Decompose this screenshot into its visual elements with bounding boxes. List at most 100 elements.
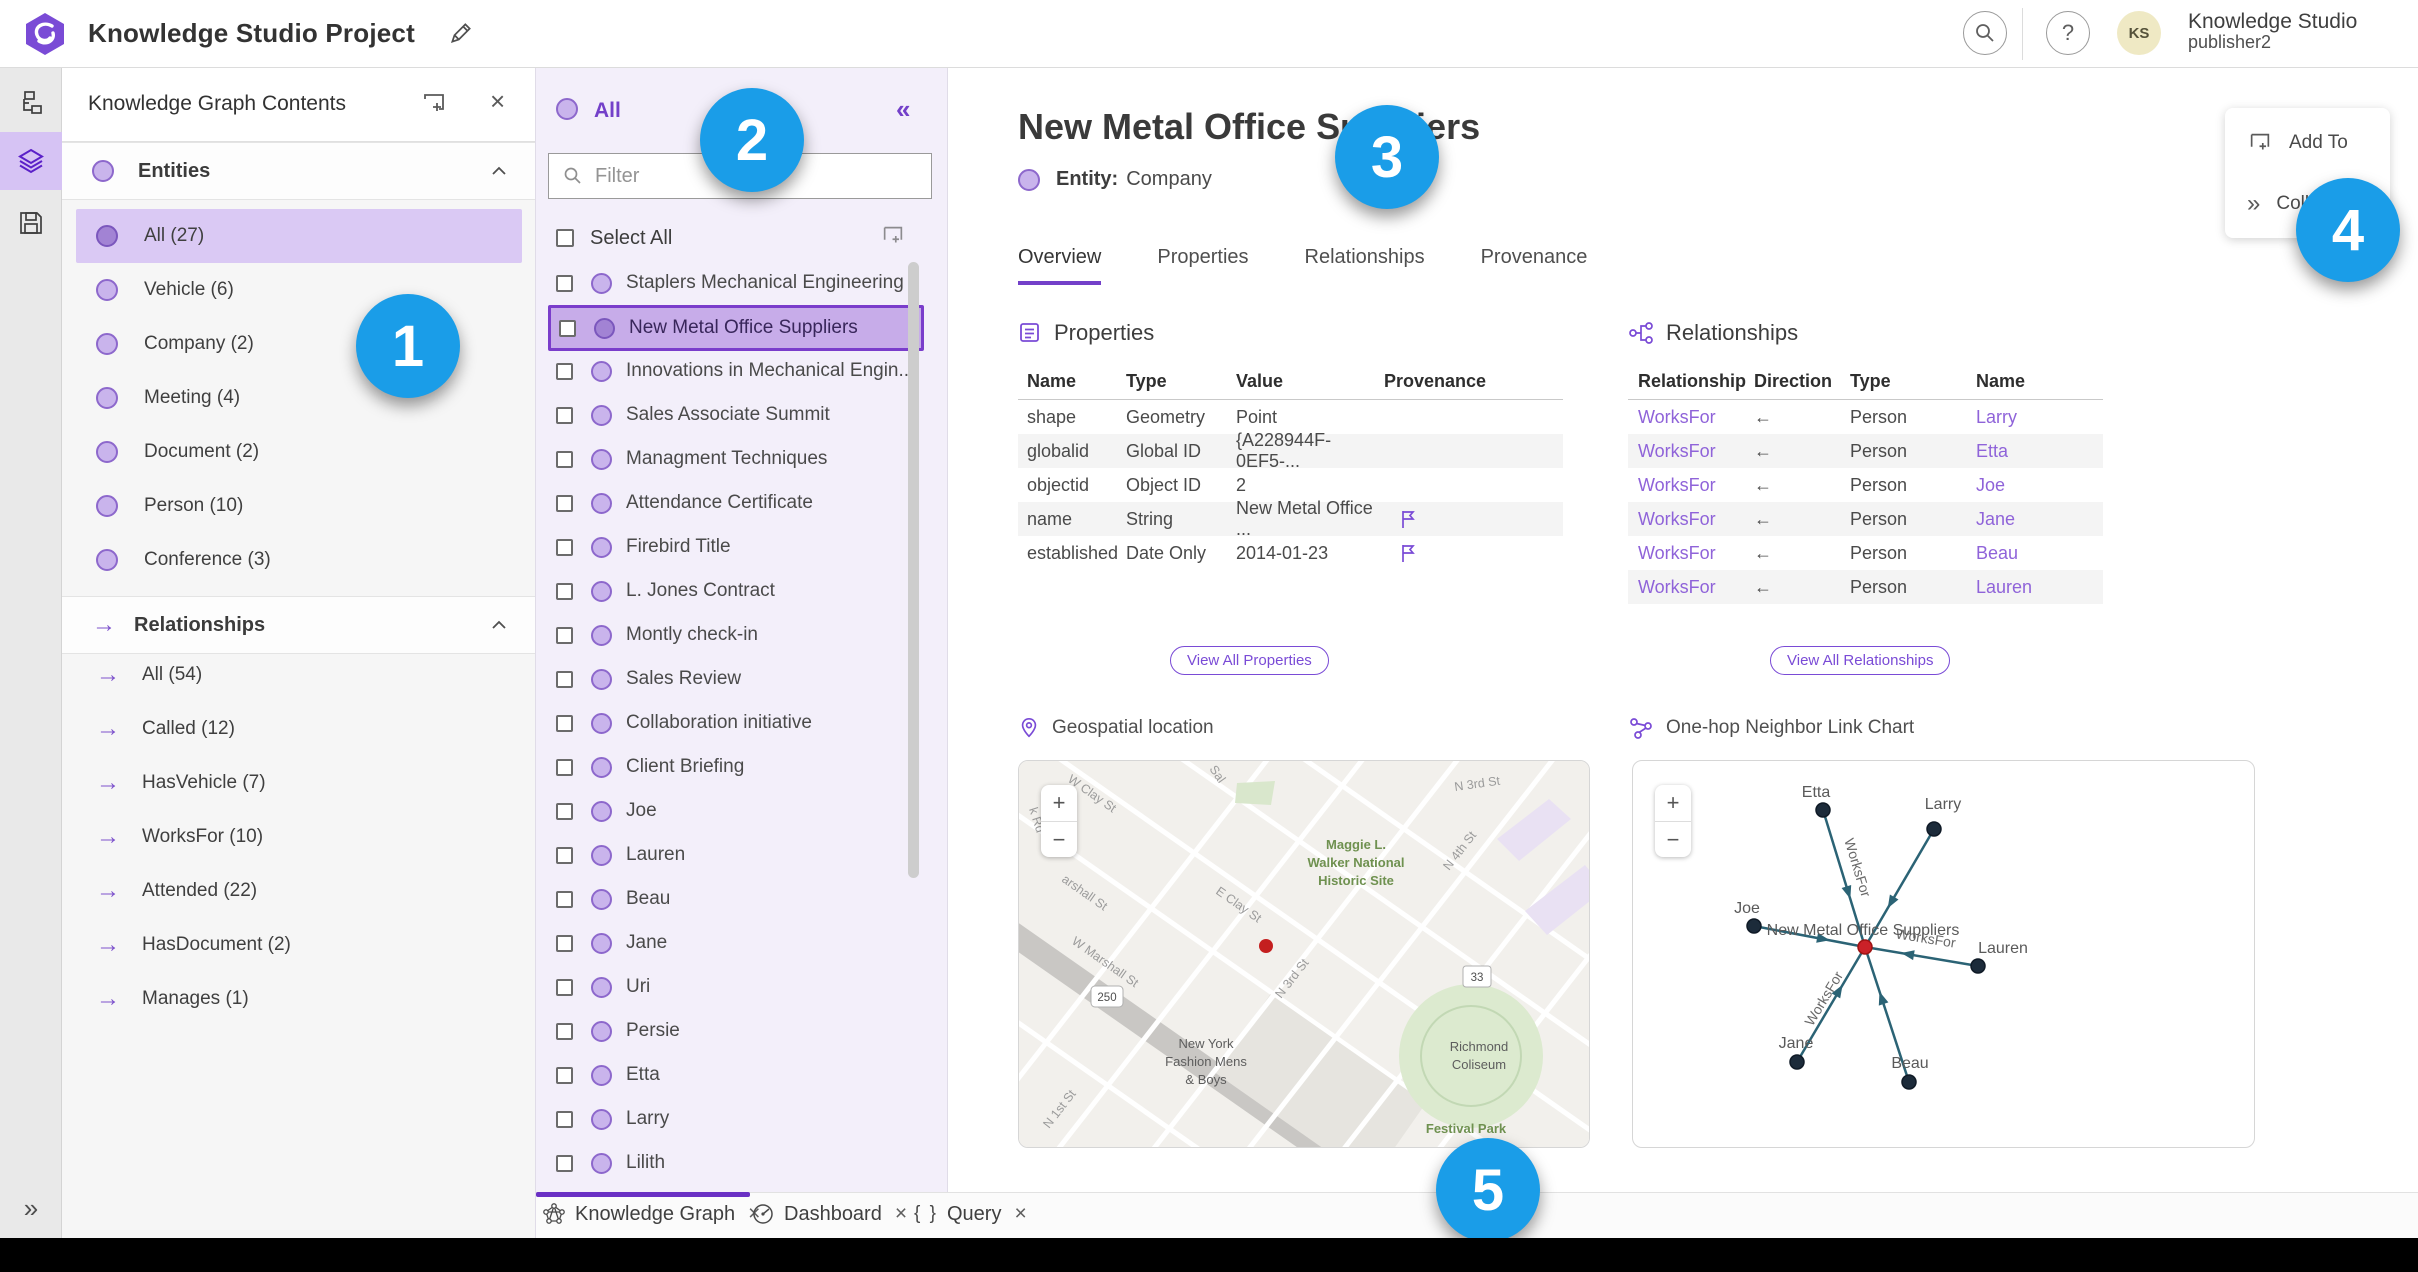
map-canvas[interactable]: k Rd W Clay St Sal N 3rd St N 4th St ars… (1019, 761, 1590, 1148)
entity-type-all[interactable]: All (27) (76, 209, 522, 263)
list-item[interactable]: Attendance Certificate (548, 481, 924, 525)
list-item[interactable]: Lilith (548, 1141, 924, 1185)
relationship-link[interactable]: WorksFor (1628, 543, 1754, 564)
item-checkbox[interactable] (556, 626, 573, 644)
entity-type-document[interactable]: Document (2) (62, 425, 535, 479)
relationship-type-hasvehicle[interactable]: → HasVehicle (7) (62, 756, 535, 810)
list-item[interactable]: Uri (548, 965, 924, 1009)
map-location-marker[interactable] (1259, 939, 1273, 953)
relationship-type-hasdocument[interactable]: → HasDocument (2) (62, 918, 535, 972)
add-to-button[interactable]: Add To (2247, 130, 2377, 156)
tab-dashboard[interactable]: Dashboard × (751, 1202, 907, 1226)
tab-overview[interactable]: Overview (1018, 246, 1102, 285)
list-item[interactable]: Joe (548, 789, 924, 833)
item-checkbox[interactable] (556, 362, 573, 380)
item-checkbox[interactable] (556, 538, 573, 556)
list-item[interactable]: Innovations in Mechanical Engin... (548, 349, 924, 393)
entity-type-vehicle[interactable]: Vehicle (6) (62, 263, 535, 317)
relationship-type-called[interactable]: → Called (12) (62, 702, 535, 756)
zoom-out-button[interactable]: − (1655, 821, 1691, 857)
user-info[interactable]: Knowledge Studio publisher2 (2188, 10, 2357, 53)
tab-relationships[interactable]: Relationships (1305, 246, 1425, 285)
edit-title-icon[interactable] (448, 20, 474, 46)
relationship-link[interactable]: WorksFor (1628, 475, 1754, 496)
map-widget[interactable]: + − k Rd W Clay St Sal N 3rd St N 4th St… (1018, 760, 1590, 1148)
list-item[interactable]: Persie (548, 1009, 924, 1053)
rail-item-save[interactable] (0, 194, 62, 252)
item-checkbox[interactable] (556, 890, 573, 908)
list-scrollbar[interactable] (908, 262, 919, 878)
add-to-map-icon[interactable] (880, 223, 906, 249)
item-checkbox[interactable] (556, 1154, 573, 1172)
list-item[interactable]: Staplers Mechanical Engineering (548, 261, 924, 305)
relationships-group-header[interactable]: → Relationships (62, 596, 535, 654)
entity-link[interactable]: Beau (1976, 543, 2103, 564)
avatar[interactable]: KS (2117, 11, 2161, 55)
expand-rail-button[interactable]: » (0, 1193, 62, 1224)
list-item[interactable]: Client Briefing (548, 745, 924, 789)
tab-query[interactable]: { } Query × (914, 1202, 1027, 1226)
list-item[interactable]: L. Jones Contract (548, 569, 924, 613)
node-beau[interactable] (1901, 1074, 1917, 1090)
node-jane[interactable] (1789, 1054, 1805, 1070)
list-item[interactable]: Etta (548, 1053, 924, 1097)
collapse-panel-button[interactable]: « (896, 94, 910, 125)
item-checkbox[interactable] (556, 802, 573, 820)
list-header[interactable]: All (594, 99, 621, 123)
node-larry[interactable] (1926, 821, 1942, 837)
list-item[interactable]: Firebird Title (548, 525, 924, 569)
entities-group-header[interactable]: Entities (62, 142, 535, 200)
item-checkbox[interactable] (556, 846, 573, 864)
list-item[interactable]: Sales Associate Summit (548, 393, 924, 437)
rail-item-hierarchy[interactable] (0, 74, 62, 132)
list-item[interactable]: Managment Techniques (548, 437, 924, 481)
zoom-in-button[interactable]: + (1041, 785, 1077, 821)
relationship-link[interactable]: WorksFor (1628, 577, 1754, 598)
item-checkbox[interactable] (556, 1066, 573, 1084)
item-checkbox[interactable] (556, 934, 573, 952)
link-chart-canvas[interactable]: WorksFor WorksFor WorksFor Etta Larry Jo… (1633, 761, 2255, 1148)
rail-item-layers[interactable] (0, 132, 62, 190)
relationship-type-manages[interactable]: → Manages (1) (62, 972, 535, 1026)
entity-link[interactable]: Jane (1976, 509, 2103, 530)
item-checkbox[interactable] (556, 494, 573, 512)
item-checkbox[interactable] (556, 406, 573, 424)
provenance-flag-icon[interactable] (1398, 542, 1418, 564)
list-item[interactable]: Montly check-in (548, 613, 924, 657)
relationship-type-all[interactable]: → All (54) (62, 648, 535, 702)
list-item-selected[interactable]: New Metal Office Suppliers (548, 305, 924, 351)
item-checkbox[interactable] (556, 978, 573, 996)
item-checkbox[interactable] (556, 1022, 573, 1040)
view-all-relationships-button[interactable]: View All Relationships (1770, 646, 1951, 675)
list-item[interactable]: Collaboration initiative (548, 701, 924, 745)
item-checkbox[interactable] (556, 450, 573, 468)
close-tab-icon[interactable]: × (895, 1202, 907, 1226)
item-checkbox[interactable] (556, 1110, 573, 1128)
help-button[interactable]: ? (2046, 11, 2090, 55)
relationship-link[interactable]: WorksFor (1628, 407, 1754, 428)
item-checkbox[interactable] (559, 319, 576, 337)
list-item[interactable]: Beau (548, 877, 924, 921)
link-chart-widget[interactable]: + − WorksFor WorksFor WorksFor Etta Larr… (1632, 760, 2255, 1148)
close-tab-icon[interactable]: × (1014, 1202, 1026, 1226)
item-checkbox[interactable] (556, 582, 573, 600)
relationship-type-worksfor[interactable]: → WorksFor (10) (62, 810, 535, 864)
item-checkbox[interactable] (556, 670, 573, 688)
item-checkbox[interactable] (556, 274, 573, 292)
entity-link[interactable]: Larry (1976, 407, 2103, 428)
node-lauren[interactable] (1970, 958, 1986, 974)
close-panel-button[interactable]: × (490, 86, 505, 117)
relationship-link[interactable]: WorksFor (1628, 441, 1754, 462)
list-item[interactable]: Jane (548, 921, 924, 965)
zoom-in-button[interactable]: + (1655, 785, 1691, 821)
list-item[interactable]: Lauren (548, 833, 924, 877)
add-to-map-icon[interactable] (420, 90, 448, 118)
search-button[interactable] (1963, 11, 2007, 55)
item-checkbox[interactable] (556, 714, 573, 732)
relationship-link[interactable]: WorksFor (1628, 509, 1754, 530)
node-joe[interactable] (1746, 918, 1762, 934)
select-all-checkbox[interactable] (556, 229, 574, 247)
entity-link[interactable]: Joe (1976, 475, 2103, 496)
tab-provenance[interactable]: Provenance (1481, 246, 1588, 285)
node-center[interactable] (1857, 939, 1873, 955)
